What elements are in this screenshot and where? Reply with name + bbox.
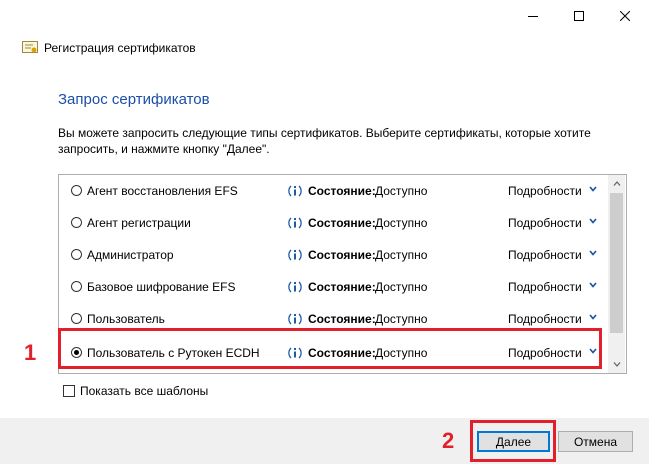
- details-link[interactable]: Подробности: [508, 184, 582, 198]
- certificate-label: Пользователь: [87, 312, 165, 326]
- step-2-marker: 2: [442, 428, 455, 453]
- page-description: Вы можете запросить следующие типы серти…: [58, 126, 591, 156]
- cancel-button[interactable]: Отмена: [558, 431, 633, 452]
- status-value: Доступно: [375, 280, 428, 294]
- scroll-down-button[interactable]: [608, 356, 625, 373]
- details-link[interactable]: Подробности: [508, 216, 582, 230]
- chevron-down-icon[interactable]: [589, 250, 597, 256]
- minimize-button[interactable]: [510, 0, 556, 32]
- status-label: Состояние:: [308, 248, 376, 262]
- status-label: Состояние:: [308, 216, 376, 230]
- certificate-icon: [22, 41, 38, 53]
- info-icon: [288, 185, 302, 197]
- scroll-up-button[interactable]: [608, 175, 625, 192]
- status-value: Доступно: [375, 248, 428, 262]
- scrollbar-thumb[interactable]: [610, 193, 623, 333]
- status-label: Состояние:: [308, 280, 376, 294]
- details-link[interactable]: Подробности: [508, 280, 582, 294]
- maximize-icon: [574, 11, 584, 21]
- status-label: Состояние:: [308, 312, 376, 326]
- close-icon: [620, 11, 630, 21]
- details-link[interactable]: Подробности: [508, 248, 582, 262]
- show-all-templates-checkbox[interactable]: [63, 385, 75, 397]
- selected-row-highlight: [58, 328, 602, 369]
- list-item[interactable]: Агент регистрации Состояние: Доступно По…: [59, 207, 607, 239]
- certificate-label: Администратор: [87, 248, 174, 262]
- chevron-up-icon: [613, 181, 620, 186]
- certificate-radio[interactable]: [71, 313, 82, 324]
- status-value: Доступно: [375, 216, 428, 230]
- list-item[interactable]: Базовое шифрование EFS Состояние: Доступ…: [59, 271, 607, 303]
- info-icon: [288, 313, 302, 325]
- certificate-radio[interactable]: [71, 217, 82, 228]
- certificate-radio[interactable]: [71, 249, 82, 260]
- close-button[interactable]: [602, 0, 648, 32]
- wizard-title: Регистрация сертификатов: [44, 41, 196, 55]
- status-value: Доступно: [375, 312, 428, 326]
- maximize-button[interactable]: [556, 0, 602, 32]
- list-item[interactable]: Агент восстановления EFS Состояние: Дост…: [59, 175, 607, 207]
- list-scrollbar[interactable]: [608, 175, 625, 373]
- list-item[interactable]: Администратор Состояние: Доступно Подроб…: [59, 239, 607, 271]
- chevron-down-icon[interactable]: [589, 282, 597, 288]
- step-1-marker: 1: [24, 340, 37, 365]
- info-icon: [288, 217, 302, 229]
- chevron-down-icon[interactable]: [589, 186, 597, 192]
- status-value: Доступно: [375, 184, 428, 198]
- show-all-templates-label: Показать все шаблоны: [80, 384, 209, 398]
- next-button-highlight: [470, 420, 556, 462]
- certificate-label: Агент регистрации: [87, 216, 191, 230]
- certificate-label: Базовое шифрование EFS: [87, 280, 236, 294]
- certificate-radio[interactable]: [71, 185, 82, 196]
- details-link[interactable]: Подробности: [508, 312, 582, 326]
- chevron-down-icon: [613, 362, 620, 367]
- status-label: Состояние:: [308, 184, 376, 198]
- chevron-down-icon[interactable]: [589, 218, 597, 224]
- page-title: Запрос сертификатов: [58, 91, 210, 108]
- certificate-radio[interactable]: [71, 281, 82, 292]
- minimize-icon: [528, 16, 538, 17]
- chevron-down-icon[interactable]: [589, 314, 597, 320]
- certificate-label: Агент восстановления EFS: [87, 184, 238, 198]
- info-icon: [288, 249, 302, 261]
- info-icon: [288, 281, 302, 293]
